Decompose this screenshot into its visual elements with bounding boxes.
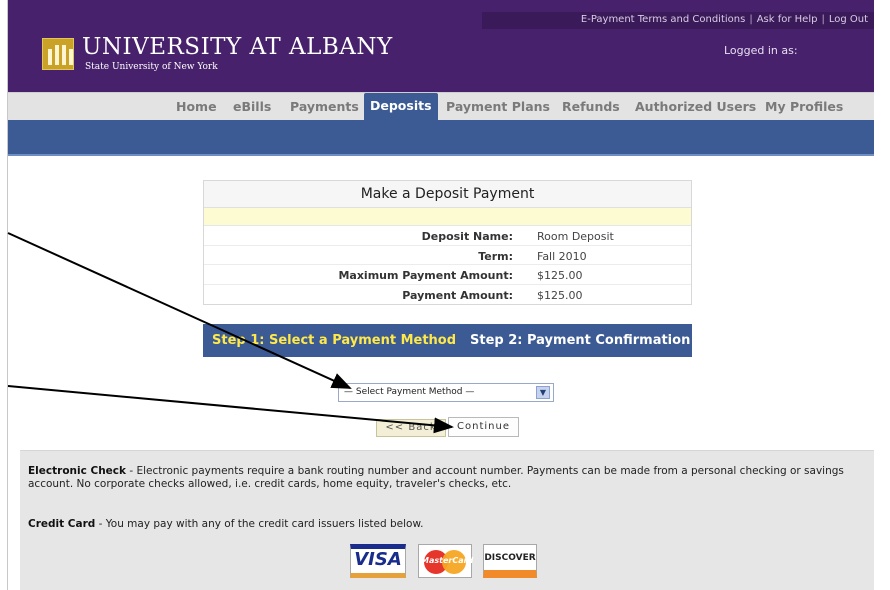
logo-subtitle: State University of New York	[85, 62, 218, 72]
row-value: Fall 2010	[537, 249, 587, 263]
row-label: Term:	[478, 249, 513, 263]
mastercard-logo: MasterCard	[418, 544, 474, 578]
tab-my-profiles[interactable]: My Profiles	[765, 96, 843, 120]
tab-home[interactable]: Home	[176, 96, 217, 120]
continue-button[interactable]: Continue	[448, 417, 519, 437]
visa-logo: VISA	[350, 544, 406, 578]
table-row: Payment Amount: $125.00	[204, 285, 691, 305]
row-value: Room Deposit	[537, 230, 614, 243]
logged-in-label: Logged in as:	[724, 44, 798, 57]
payment-method-select[interactable]: — Select Payment Method — ▼	[338, 383, 554, 402]
logo-title: UNIVERSITY AT ALBANY	[82, 34, 393, 60]
message-row	[204, 208, 691, 226]
terms-link[interactable]: E-Payment Terms and Conditions	[581, 14, 745, 25]
university-logo-icon	[42, 38, 74, 70]
help-link[interactable]: Ask for Help	[757, 14, 818, 25]
credit-card-info: Credit Card - You may pay with any of th…	[28, 518, 864, 531]
tab-refunds[interactable]: Refunds	[562, 96, 620, 120]
nav-subbar	[8, 120, 874, 156]
step-indicator: Step 1: Select a Payment Method Step 2: …	[203, 324, 692, 357]
deposit-title: Make a Deposit Payment	[204, 181, 691, 208]
page-right-edge	[874, 0, 890, 590]
credit-card-title: Credit Card	[28, 518, 96, 530]
table-row: Deposit Name: Room Deposit	[204, 226, 691, 246]
tab-ebills[interactable]: eBills	[233, 96, 271, 120]
echeck-info: Electronic Check - Electronic payments r…	[28, 465, 864, 491]
link-separator: |	[749, 14, 753, 25]
discover-logo: DISCOVER	[483, 544, 537, 578]
row-label: Payment Amount:	[402, 288, 513, 302]
step-1-label: Step 1: Select a Payment Method	[212, 333, 457, 348]
tab-payments[interactable]: Payments	[290, 96, 359, 120]
main-nav: Home eBills Payments Deposits Payment Pl…	[8, 92, 874, 121]
echeck-title: Electronic Check	[28, 465, 126, 477]
row-label: Deposit Name:	[421, 230, 513, 243]
row-value: $125.00	[537, 288, 583, 302]
credit-card-text: - You may pay with any of the credit car…	[95, 518, 424, 530]
row-label: Maximum Payment Amount:	[338, 269, 513, 282]
logout-link[interactable]: Log Out	[829, 14, 868, 25]
row-value: $125.00	[537, 269, 583, 282]
mastercard-label: MasterCard	[421, 556, 474, 565]
tab-payment-plans[interactable]: Payment Plans	[446, 96, 550, 120]
table-row: Maximum Payment Amount: $125.00	[204, 265, 691, 285]
step-2-label: Step 2: Payment Confirmation	[470, 333, 691, 348]
nav-subbar-divider	[8, 154, 874, 156]
chevron-down-icon[interactable]: ▼	[536, 386, 550, 399]
link-separator: |	[821, 14, 825, 25]
deposit-summary-table: Make a Deposit Payment Deposit Name: Roo…	[203, 180, 692, 305]
select-value: — Select Payment Method —	[344, 387, 475, 397]
top-links-bar: E-Payment Terms and Conditions | Ask for H…	[482, 12, 874, 29]
tab-authorized-users[interactable]: Authorized Users	[635, 96, 756, 120]
tab-deposits[interactable]: Deposits	[364, 93, 438, 121]
page-left-edge	[0, 0, 8, 590]
table-row: Term: Fall 2010	[204, 246, 691, 265]
back-button[interactable]: << Back	[376, 419, 446, 437]
echeck-text: - Electronic payments require a bank rou…	[28, 465, 844, 490]
